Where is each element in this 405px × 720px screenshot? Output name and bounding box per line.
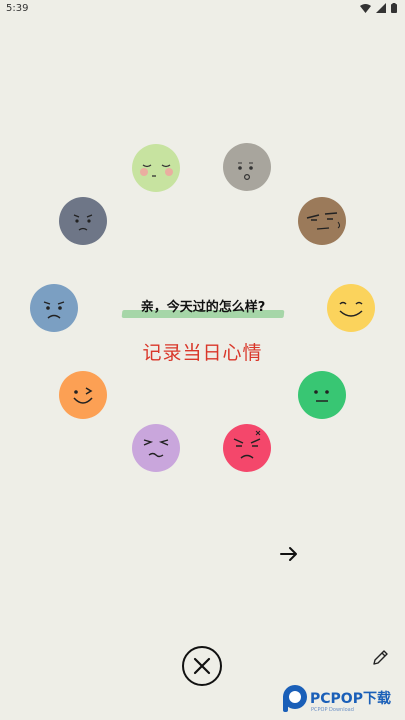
signal-icon (376, 3, 386, 13)
mood-playful-face[interactable] (58, 370, 108, 420)
surprised-face-icon (223, 143, 271, 191)
calm-face-icon (298, 371, 346, 419)
mood-angry-face[interactable] (222, 423, 272, 473)
edit-button[interactable] (370, 648, 390, 668)
annoyed-face-icon (298, 197, 346, 245)
gloomy-face-icon (59, 197, 107, 245)
mood-gloomy-face[interactable] (58, 196, 108, 246)
sleepy-face-icon (132, 144, 180, 192)
close-button[interactable] (181, 645, 223, 687)
mood-calm-face[interactable] (297, 370, 347, 420)
status-time: 5:39 (6, 3, 29, 14)
mood-sleepy-face[interactable] (131, 143, 181, 193)
status-icons (360, 3, 397, 13)
watermark-brand: PCPOP下载 (310, 691, 391, 707)
battery-icon (391, 3, 397, 13)
prompt-question: 亲，今天过的怎么样? (140, 300, 266, 315)
sad-face-icon (30, 284, 78, 332)
wifi-icon (360, 3, 371, 13)
happy-face-icon (327, 284, 375, 332)
playful-face-icon (59, 371, 107, 419)
pencil-icon (373, 650, 388, 665)
pcpop-watermark: PCPOP下载 PCPOP Download (280, 683, 405, 720)
status-bar: 5:39 (0, 0, 405, 18)
mood-sad-face[interactable] (29, 283, 79, 333)
mood-surprised-face[interactable] (222, 142, 272, 192)
mood-prompt: 亲，今天过的怎么样? (121, 296, 285, 322)
watermark-sub: PCPOP Download (311, 707, 354, 713)
mood-worried-face[interactable] (131, 423, 181, 473)
angry-face-icon (223, 424, 271, 472)
worried-face-icon (132, 424, 180, 472)
close-circle-icon (182, 646, 222, 686)
mood-happy-face[interactable] (326, 283, 376, 333)
record-mood-title: 记录当日心情 (142, 342, 263, 364)
pcpop-logo-icon (283, 685, 307, 712)
mood-annoyed-face[interactable] (297, 196, 347, 246)
next-button[interactable] (278, 543, 300, 565)
arrow-right-icon (280, 547, 297, 561)
